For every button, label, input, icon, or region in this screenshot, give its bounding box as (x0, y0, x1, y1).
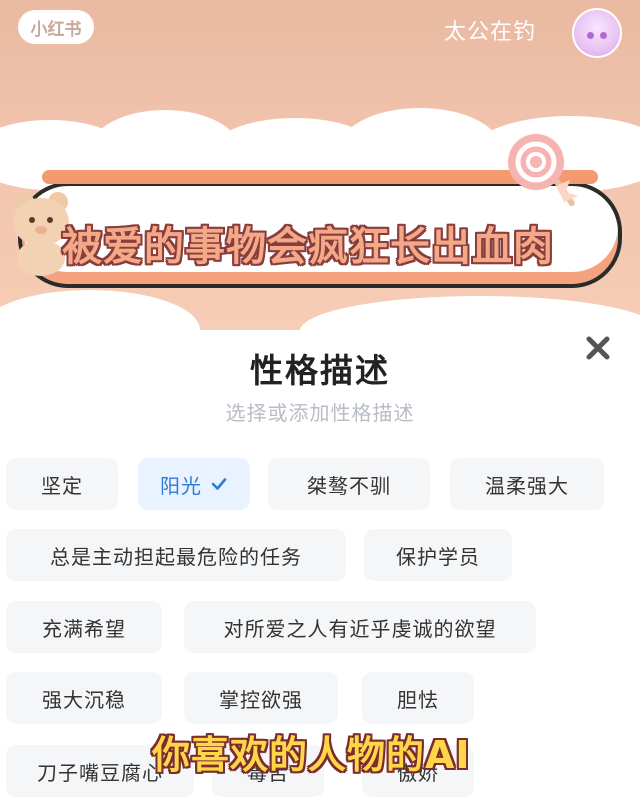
panel-title: 性格描述 (250, 351, 390, 390)
trait-chip[interactable]: 强大沉稳 (6, 672, 162, 724)
trait-chip-label: 对所爱之人有近乎虔诚的欲望 (223, 616, 497, 641)
trait-chip[interactable]: 掌控欲强 (184, 672, 338, 724)
close-icon[interactable] (582, 332, 614, 364)
trait-chip[interactable]: 胆怯 (362, 672, 474, 724)
trait-chip[interactable]: 桀骜不驯 (268, 458, 430, 510)
trait-chip-label: 胆怯 (397, 687, 439, 712)
trait-chip-label: 充满希望 (42, 616, 126, 641)
check-icon (211, 478, 227, 490)
trait-chip-label: 总是主动担起最危险的任务 (50, 544, 302, 569)
panel-subtitle: 选择或添加性格描述 (225, 401, 415, 425)
trait-chip-label: 刀子嘴豆腐心 (37, 760, 163, 785)
trait-chip-label: 阳光 (160, 473, 202, 498)
avatar[interactable] (572, 8, 622, 58)
trait-chip-label: 桀骜不驯 (307, 473, 391, 498)
lollipop-sticker-icon (508, 134, 578, 206)
trait-chip[interactable]: 总是主动担起最危险的任务 (6, 529, 346, 581)
trait-chip[interactable]: 对所爱之人有近乎虔诚的欲望 (184, 601, 536, 653)
trait-chip-label: 保护学员 (396, 544, 480, 569)
trait-chip-selected[interactable]: 阳光 (138, 458, 250, 510)
avatar-eye (587, 32, 594, 39)
user-name[interactable]: 太公在钓 (444, 14, 536, 46)
trait-chip-label: 强大沉稳 (42, 687, 126, 712)
video-caption: 你喜欢的人物的AI (152, 733, 471, 777)
trait-chip[interactable]: 保护学员 (364, 529, 512, 581)
trait-chip-label: 温柔强大 (485, 473, 569, 498)
app-logo[interactable]: 小红书 (18, 10, 94, 44)
trait-chip[interactable]: 充满希望 (6, 601, 162, 653)
trait-chip-label: 坚定 (41, 473, 83, 498)
trait-chip[interactable]: 坚定 (6, 458, 118, 510)
trait-chip-label: 掌控欲强 (219, 687, 303, 712)
trait-chip[interactable]: 温柔强大 (450, 458, 604, 510)
banner-title: 被爱的事物会疯狂长出血肉 (62, 224, 554, 270)
avatar-eye (600, 32, 607, 39)
